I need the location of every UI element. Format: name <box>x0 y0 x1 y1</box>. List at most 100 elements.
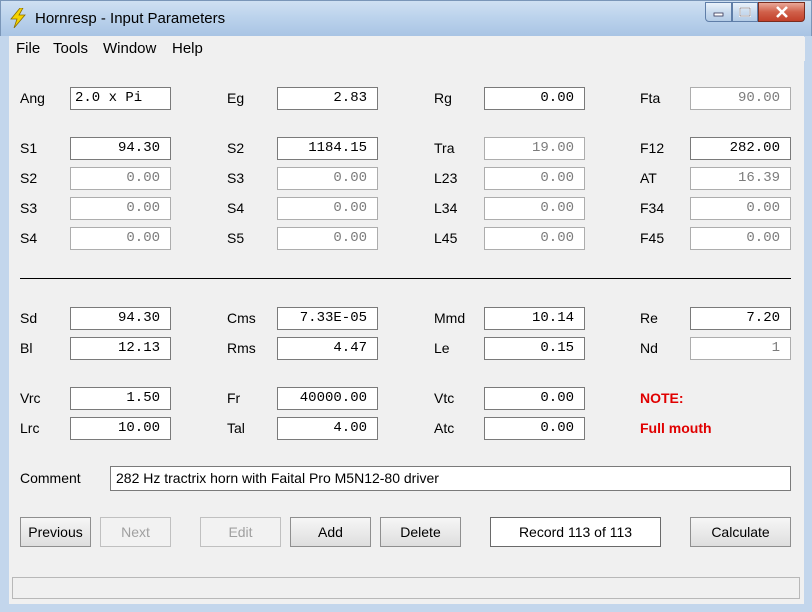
window-controls <box>705 2 805 22</box>
rg-label: Rg <box>434 90 452 106</box>
eg-label: Eg <box>227 90 245 106</box>
f34-field: 0.00 <box>690 197 791 220</box>
l45-field: 0.00 <box>484 227 585 250</box>
tra-field: 19.00 <box>484 137 585 160</box>
bl-field[interactable]: 12.13 <box>70 337 171 360</box>
l23-label: L23 <box>434 170 458 186</box>
window-frame-left <box>0 36 9 612</box>
s3-mid-label: S3 <box>227 170 245 186</box>
add-button[interactable]: Add <box>290 517 371 547</box>
mmd-field[interactable]: 10.14 <box>484 307 585 330</box>
delete-button[interactable]: Delete <box>380 517 461 547</box>
s4-mid-field: 0.00 <box>277 197 378 220</box>
s2-top-field[interactable]: 1184.15 <box>277 137 378 160</box>
l23-field: 0.00 <box>484 167 585 190</box>
ang-field[interactable]: 2.0 x Pi <box>70 87 171 110</box>
f34-label: F34 <box>640 200 665 216</box>
l34-field: 0.00 <box>484 197 585 220</box>
tal-field[interactable]: 4.00 <box>277 417 378 440</box>
mmd-label: Mmd <box>434 310 466 326</box>
tra-label: Tra <box>434 140 455 156</box>
rms-field[interactable]: 4.47 <box>277 337 378 360</box>
next-button: Next <box>100 517 171 547</box>
s2-label: S2 <box>20 170 38 186</box>
lrc-field[interactable]: 10.00 <box>70 417 171 440</box>
s1-field[interactable]: 94.30 <box>70 137 171 160</box>
edit-button-label: Edit <box>228 524 253 540</box>
comment-field[interactable]: 282 Hz tractrix horn with Faital Pro M5N… <box>110 466 791 491</box>
fr-label: Fr <box>227 390 241 406</box>
previous-button-label: Previous <box>28 524 83 540</box>
title-bar[interactable]: Hornresp - Input Parameters <box>0 0 812 36</box>
l34-label: L34 <box>434 200 458 216</box>
lightning-icon <box>10 8 26 28</box>
note-title: NOTE: <box>640 390 684 406</box>
fta-field: 90.00 <box>690 87 791 110</box>
vrc-field[interactable]: 1.50 <box>70 387 171 410</box>
f12-label: F12 <box>640 140 665 156</box>
eg-field[interactable]: 2.83 <box>277 87 378 110</box>
close-button[interactable] <box>758 2 805 22</box>
le-field[interactable]: 0.15 <box>484 337 585 360</box>
cms-field[interactable]: 7.33E-05 <box>277 307 378 330</box>
s3-field: 0.00 <box>70 197 171 220</box>
section-divider <box>20 278 791 279</box>
s2-top-label: S2 <box>227 140 245 156</box>
vrc-label: Vrc <box>20 390 41 406</box>
window-frame-right <box>804 36 812 612</box>
previous-button[interactable]: Previous <box>20 517 91 547</box>
rms-label: Rms <box>227 340 256 356</box>
f12-field[interactable]: 282.00 <box>690 137 791 160</box>
fta-label: Fta <box>640 90 661 106</box>
calculate-button[interactable]: Calculate <box>690 517 791 547</box>
f45-field: 0.00 <box>690 227 791 250</box>
vtc-field[interactable]: 0.00 <box>484 387 585 410</box>
menu-help[interactable]: Help <box>172 40 203 57</box>
f45-label: F45 <box>640 230 665 246</box>
fr-field[interactable]: 40000.00 <box>277 387 378 410</box>
record-indicator: Record 113 of 113 <box>490 517 661 547</box>
l45-label: L45 <box>434 230 458 246</box>
s5-field: 0.00 <box>277 227 378 250</box>
maximize-button[interactable] <box>732 2 758 22</box>
s4-mid-label: S4 <box>227 200 245 216</box>
atc-field[interactable]: 0.00 <box>484 417 585 440</box>
delete-button-label: Delete <box>400 524 441 540</box>
window-frame-bottom <box>0 604 812 612</box>
status-bar <box>12 577 800 599</box>
re-field[interactable]: 7.20 <box>690 307 791 330</box>
menu-file[interactable]: File <box>16 40 40 57</box>
atc-label: Atc <box>434 420 455 436</box>
menu-bar: File Tools Window Help <box>9 37 805 61</box>
s2-field: 0.00 <box>70 167 171 190</box>
minimize-button[interactable] <box>705 2 732 22</box>
at-label: AT <box>640 170 657 186</box>
s1-label: S1 <box>20 140 38 156</box>
edit-button: Edit <box>200 517 281 547</box>
lrc-label: Lrc <box>20 420 40 436</box>
vtc-label: Vtc <box>434 390 455 406</box>
cms-label: Cms <box>227 310 256 326</box>
nd-label: Nd <box>640 340 658 356</box>
s4-label: S4 <box>20 230 38 246</box>
tal-label: Tal <box>227 420 245 436</box>
comment-label: Comment <box>20 470 81 486</box>
add-button-label: Add <box>318 524 343 540</box>
minimize-icon <box>713 12 723 17</box>
re-label: Re <box>640 310 658 326</box>
ang-label: Ang <box>20 90 45 106</box>
at-field: 16.39 <box>690 167 791 190</box>
le-label: Le <box>434 340 450 356</box>
close-icon <box>775 6 788 18</box>
rg-field[interactable]: 0.00 <box>484 87 585 110</box>
s5-label: S5 <box>227 230 245 246</box>
note-text: Full mouth <box>640 420 712 436</box>
maximize-icon <box>739 7 751 17</box>
calculate-button-label: Calculate <box>711 524 770 540</box>
menu-tools[interactable]: Tools <box>53 40 88 57</box>
sd-field[interactable]: 94.30 <box>70 307 171 330</box>
s3-label: S3 <box>20 200 38 216</box>
s3-mid-field: 0.00 <box>277 167 378 190</box>
menu-window[interactable]: Window <box>103 40 156 57</box>
next-button-label: Next <box>121 524 150 540</box>
